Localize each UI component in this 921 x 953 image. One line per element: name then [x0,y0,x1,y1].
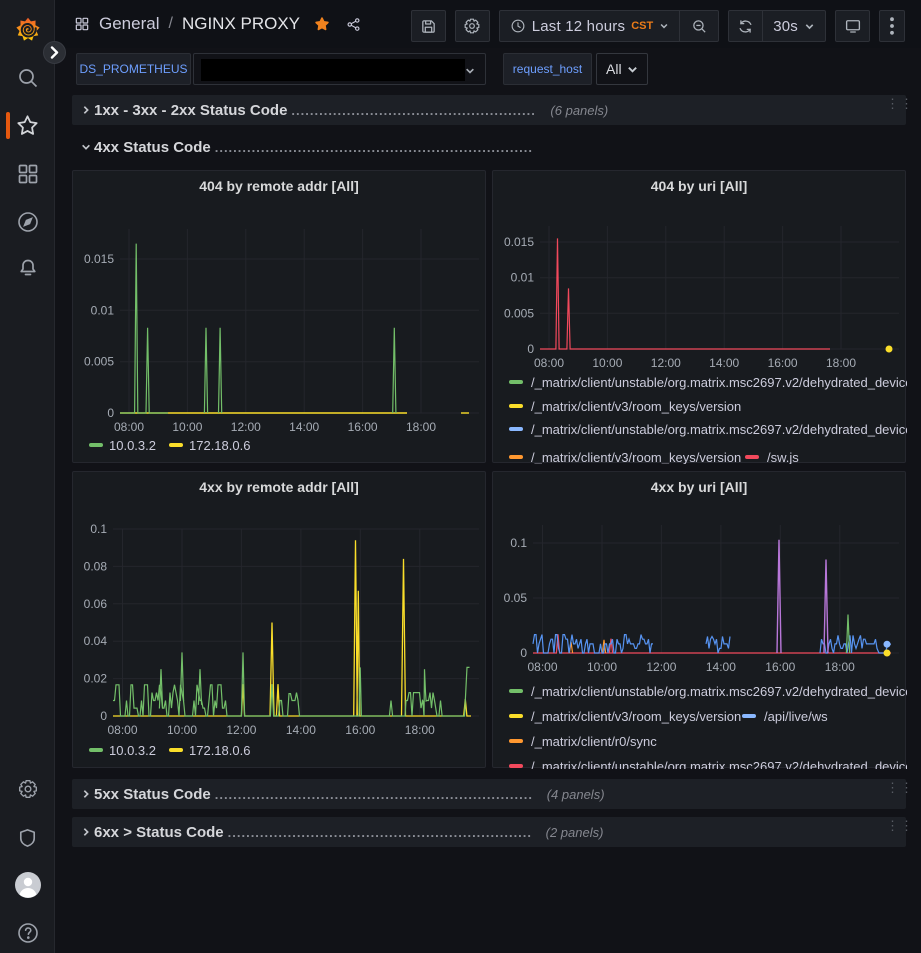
svg-text:0: 0 [100,709,107,723]
svg-text:0.1: 0.1 [90,522,107,536]
svg-text:10:00: 10:00 [587,660,617,674]
svg-text:/_matrix/client/unstable/org.m: /_matrix/client/unstable/org.matrix.msc2… [531,684,907,699]
svg-text:10:00: 10:00 [172,420,202,434]
svg-text:12:00: 12:00 [651,356,681,370]
svg-text:0.02: 0.02 [84,672,108,686]
svg-text:14:00: 14:00 [286,723,316,737]
svg-text:0.005: 0.005 [84,355,114,369]
svg-text:18:00: 18:00 [826,356,856,370]
svg-text:0.015: 0.015 [84,252,114,266]
svg-text:0.04: 0.04 [84,634,108,648]
svg-text:08:00: 08:00 [527,660,557,674]
svg-text:14:00: 14:00 [709,356,739,370]
svg-text:/_matrix/client/v3/room_keys/v: /_matrix/client/v3/room_keys/version [531,399,741,414]
svg-text:18:00: 18:00 [406,420,436,434]
svg-text:172.18.0.6: 172.18.0.6 [189,438,250,453]
svg-text:/_matrix/client/v3/room_keys/v: /_matrix/client/v3/room_keys/version [531,709,741,724]
svg-text:10:00: 10:00 [592,356,622,370]
svg-text:16:00: 16:00 [348,420,378,434]
svg-text:0.01: 0.01 [511,271,535,285]
svg-text:16:00: 16:00 [345,723,375,737]
svg-text:08:00: 08:00 [534,356,564,370]
svg-text:0.015: 0.015 [504,235,534,249]
svg-text:10.0.3.2: 10.0.3.2 [109,438,156,453]
svg-text:12:00: 12:00 [231,420,261,434]
svg-text:0: 0 [520,646,527,660]
svg-text:0.08: 0.08 [84,559,108,573]
svg-text:10.0.3.2: 10.0.3.2 [109,743,156,758]
svg-text:/sw.js: /sw.js [767,450,799,464]
svg-text:0: 0 [107,406,114,420]
svg-text:0.05: 0.05 [504,591,528,605]
svg-text:/_matrix/client/unstable/org.m: /_matrix/client/unstable/org.matrix.msc2… [531,759,907,769]
svg-text:0.005: 0.005 [504,306,534,320]
svg-text:08:00: 08:00 [107,723,137,737]
svg-text:16:00: 16:00 [765,660,795,674]
svg-text:0.06: 0.06 [84,597,108,611]
svg-text:0: 0 [527,342,534,356]
svg-text:0.1: 0.1 [510,536,527,550]
svg-text:18:00: 18:00 [405,723,435,737]
svg-text:/api/live/ws: /api/live/ws [764,709,828,724]
svg-text:/_matrix/client/unstable/org.m: /_matrix/client/unstable/org.matrix.msc2… [531,375,907,390]
svg-text:18:00: 18:00 [825,660,855,674]
svg-text:14:00: 14:00 [706,660,736,674]
svg-text:16:00: 16:00 [768,356,798,370]
svg-text:12:00: 12:00 [646,660,676,674]
svg-text:/_matrix/client/v3/room_keys/v: /_matrix/client/v3/room_keys/version [531,450,741,464]
svg-text:/_matrix/client/unstable/org.m: /_matrix/client/unstable/org.matrix.msc2… [531,422,907,437]
svg-text:10:00: 10:00 [167,723,197,737]
svg-text:08:00: 08:00 [114,420,144,434]
svg-text:14:00: 14:00 [289,420,319,434]
svg-text:/_matrix/client/r0/sync: /_matrix/client/r0/sync [531,734,657,749]
svg-text:12:00: 12:00 [226,723,256,737]
svg-text:0.01: 0.01 [91,303,115,317]
svg-text:172.18.0.6: 172.18.0.6 [189,743,250,758]
